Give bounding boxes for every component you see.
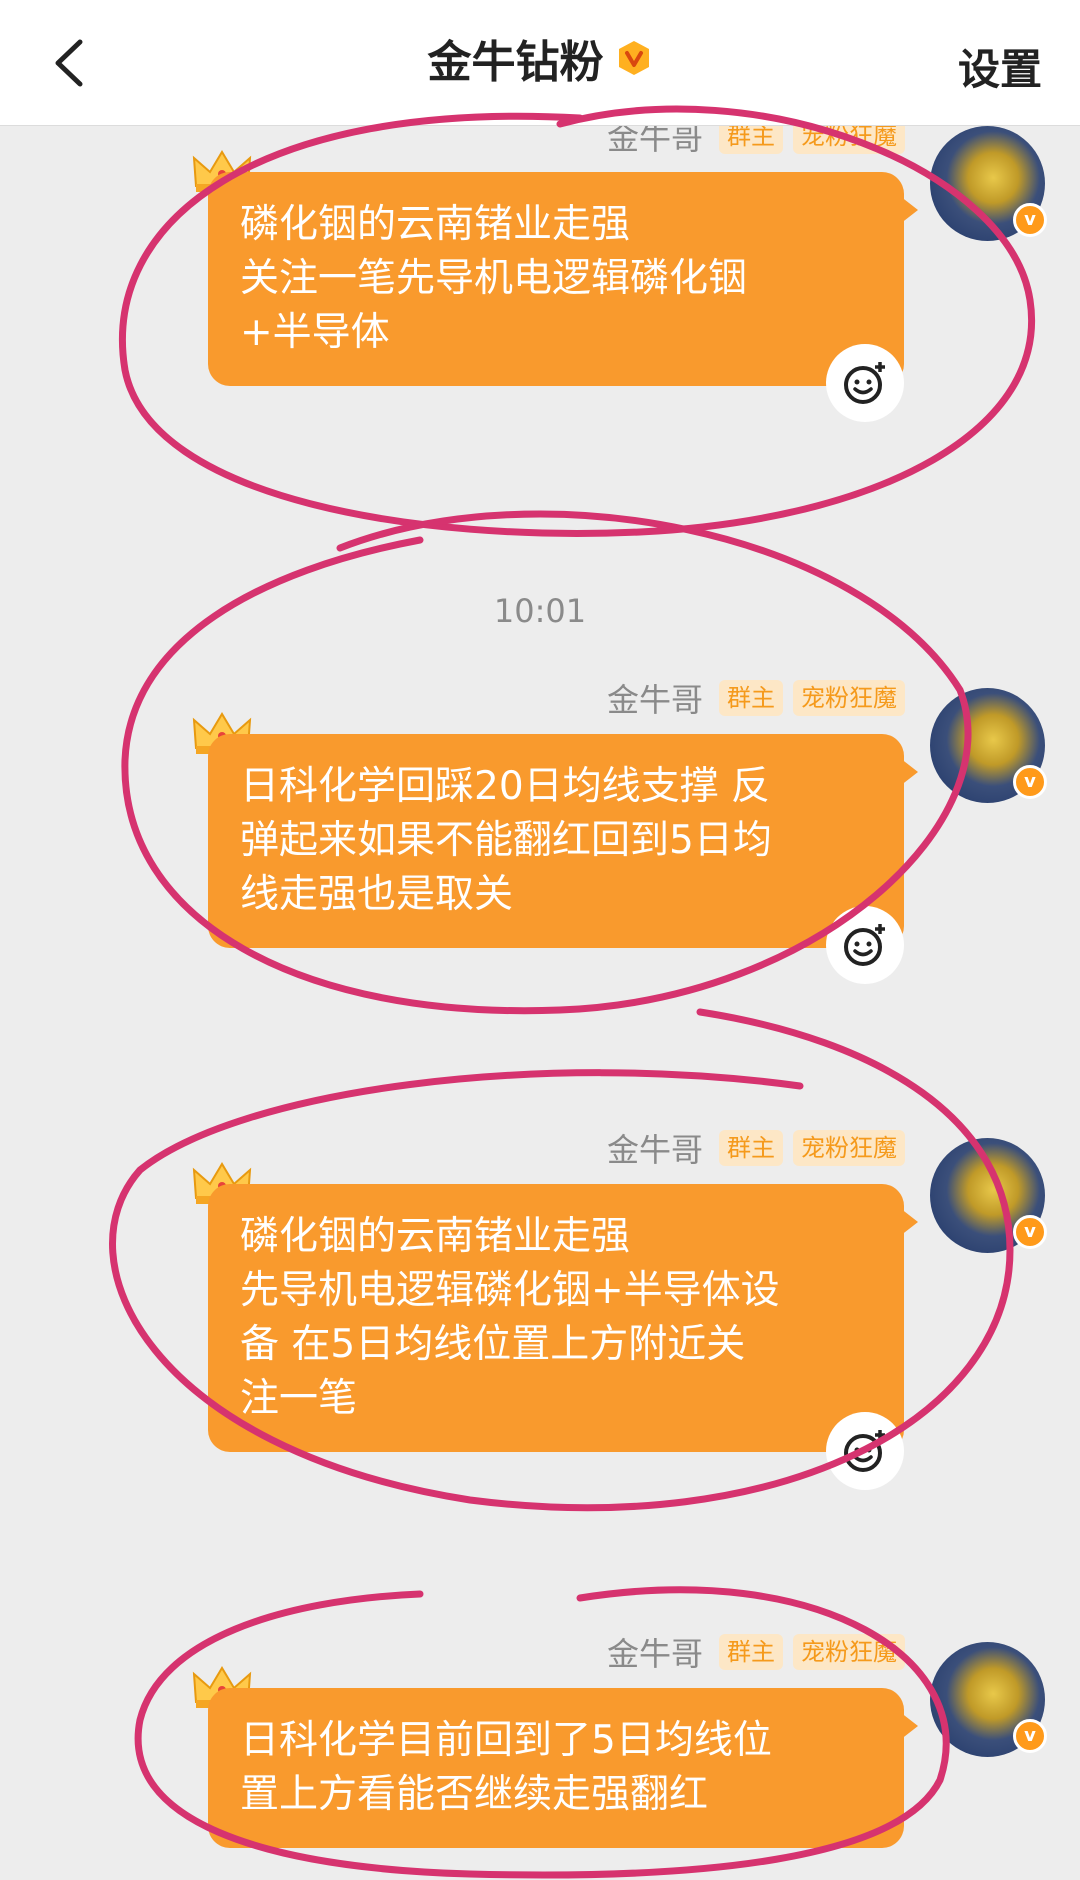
message-meta: 金牛哥 群主 宠粉狂魔 bbox=[606, 1128, 905, 1169]
bubble-tail bbox=[900, 1712, 918, 1740]
emoji-add-icon bbox=[844, 1430, 885, 1472]
chat-header: 金牛钻粉 设置 bbox=[0, 0, 1080, 126]
verified-icon: v bbox=[1013, 1719, 1047, 1753]
sender-name: 金牛哥 bbox=[606, 1131, 703, 1169]
add-reaction-button[interactable] bbox=[826, 344, 904, 422]
fan-badge: 宠粉狂魔 bbox=[793, 1130, 905, 1166]
bubble-tail bbox=[900, 196, 918, 224]
avatar[interactable]: v bbox=[930, 688, 1047, 803]
sender-name: 金牛哥 bbox=[606, 681, 703, 719]
emoji-add-icon bbox=[844, 924, 885, 966]
message-bubble: 磷化铟的云南锗业走强 先导机电逻辑磷化铟+半导体设 备 在5日均线位置上方附近关… bbox=[208, 1184, 904, 1452]
verified-icon: v bbox=[1013, 1215, 1047, 1249]
avatar[interactable]: v bbox=[930, 126, 1047, 241]
role-badge: 群主 bbox=[719, 1634, 783, 1670]
avatar[interactable]: v bbox=[930, 1138, 1047, 1253]
sender-name: 金牛哥 bbox=[606, 126, 703, 157]
verified-icon: v bbox=[1013, 203, 1047, 237]
message-bubble: 磷化铟的云南锗业走强 关注一笔先导机电逻辑磷化铟 +半导体 bbox=[208, 172, 904, 386]
sender-name: 金牛哥 bbox=[606, 1635, 703, 1673]
message-meta: 金牛哥 群主 宠粉狂魔 bbox=[606, 678, 905, 719]
fan-badge: 宠粉狂魔 bbox=[793, 1634, 905, 1670]
message-bubble: 日科化学目前回到了5日均线位 置上方看能否继续走强翻红 bbox=[208, 1688, 904, 1848]
role-badge: 群主 bbox=[719, 1130, 783, 1166]
message-meta: 金牛哥 群主 宠粉狂魔 bbox=[606, 1632, 905, 1673]
title-wrap: 金牛钻粉 bbox=[0, 26, 1080, 90]
add-reaction-button[interactable] bbox=[826, 906, 904, 984]
verified-icon: v bbox=[1013, 765, 1047, 799]
emoji-add-icon bbox=[844, 362, 885, 404]
avatar[interactable]: v bbox=[930, 1642, 1047, 1757]
message-meta: 金牛哥 群主 宠粉狂魔 bbox=[606, 126, 905, 157]
verified-v-icon bbox=[618, 41, 649, 75]
role-badge: 群主 bbox=[719, 680, 783, 716]
fan-badge: 宠粉狂魔 bbox=[793, 680, 905, 716]
add-reaction-button[interactable] bbox=[826, 1412, 904, 1490]
chat-title: 金牛钻粉 bbox=[427, 37, 604, 88]
bubble-tail bbox=[900, 1208, 918, 1236]
fan-badge: 宠粉狂魔 bbox=[793, 126, 905, 154]
message-bubble: 日科化学回踩20日均线支撑 反 弹起来如果不能翻红回到5日均 线走强也是取关 bbox=[208, 734, 904, 948]
role-badge: 群主 bbox=[719, 126, 783, 154]
timestamp: 10:01 bbox=[493, 592, 587, 630]
chat-area: 金牛哥 群主 宠粉狂魔 v 磷化铟的云南锗业走强 关注一笔先导机电逻辑磷化铟 +… bbox=[0, 126, 1080, 1880]
settings-button[interactable]: 设置 bbox=[958, 36, 1042, 97]
bubble-tail bbox=[900, 758, 918, 786]
